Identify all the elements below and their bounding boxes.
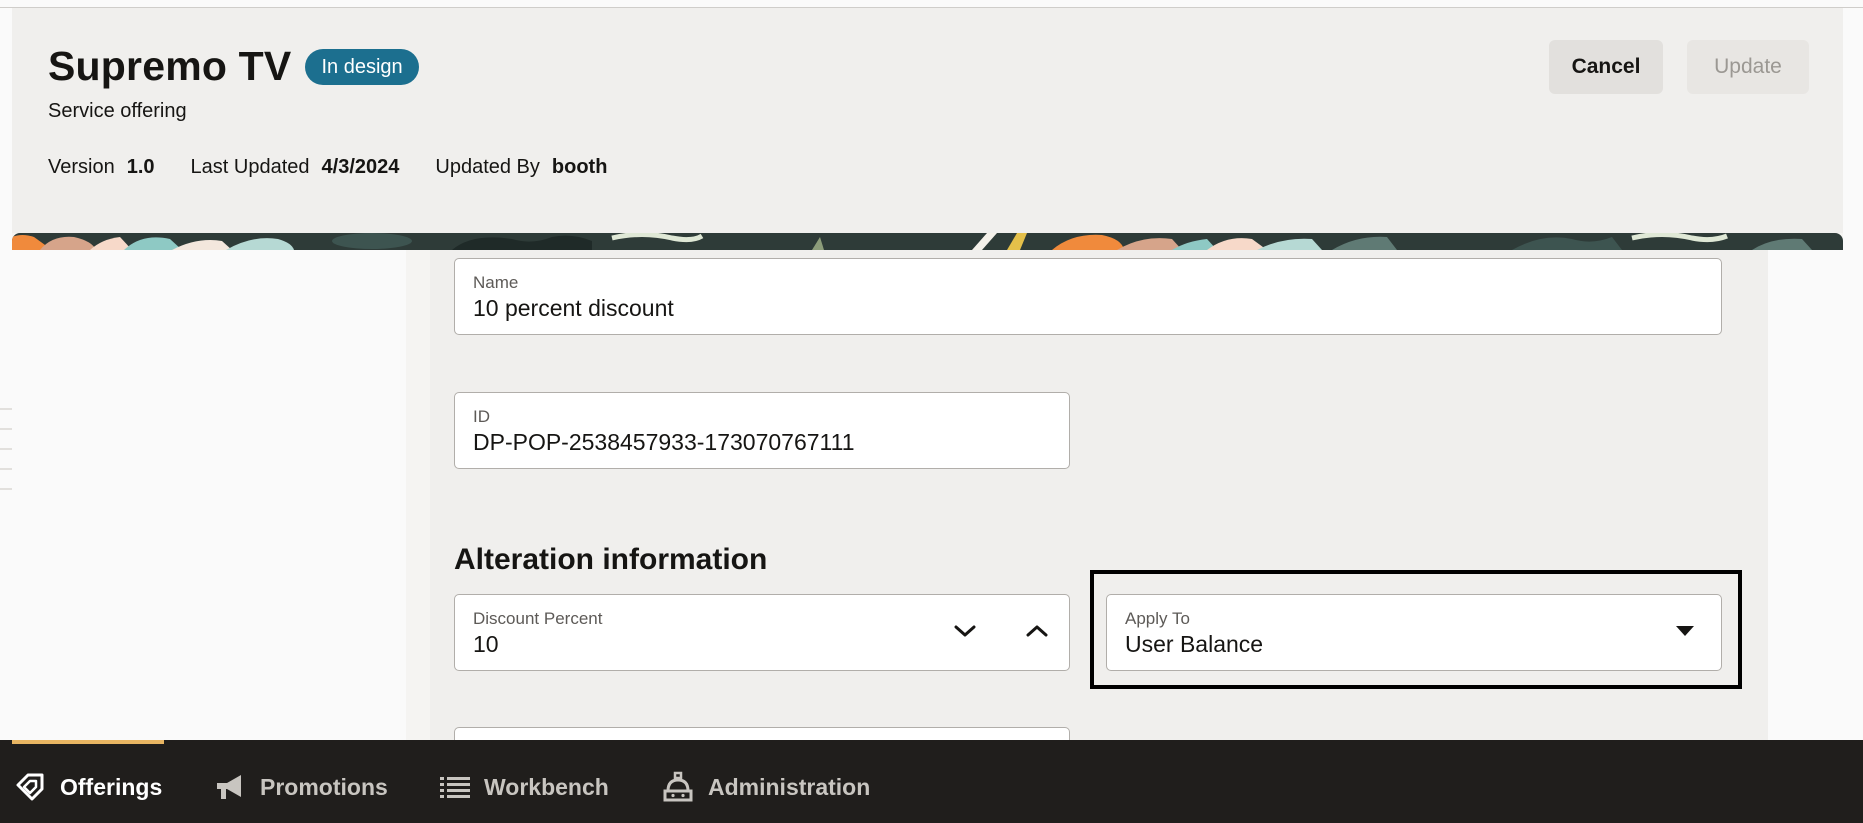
section-title: Alteration information xyxy=(454,543,768,576)
meta-row: Version 1.0 Last Updated 4/3/2024 Update… xyxy=(48,156,643,179)
discount-percent-field[interactable]: Discount Percent 10 xyxy=(454,594,1070,671)
apply-to-select[interactable]: Apply To User Balance xyxy=(1106,594,1722,671)
left-panel xyxy=(12,250,406,740)
discount-percent-label: Discount Percent xyxy=(473,609,603,628)
nav-administration[interactable]: Administration xyxy=(662,770,870,804)
page-title: Supremo TV xyxy=(48,43,292,89)
left-edge xyxy=(0,8,12,740)
chevron-down-icon xyxy=(954,625,976,637)
increment-button[interactable] xyxy=(1019,613,1055,649)
megaphone-icon xyxy=(217,775,241,799)
apply-to-label: Apply To xyxy=(1125,609,1190,628)
nav-active-indicator xyxy=(12,740,164,744)
meta-version: Version 1.0 xyxy=(48,156,155,179)
meta-last-updated-value: 4/3/2024 xyxy=(321,156,400,178)
form-panel: Name 10 percent discount ID DP-POP-25384… xyxy=(430,250,1768,740)
apply-to-value[interactable]: User Balance xyxy=(1125,631,1263,658)
cancel-button[interactable]: Cancel xyxy=(1549,40,1663,94)
decrement-button[interactable] xyxy=(947,613,983,649)
admin-icon xyxy=(663,771,693,802)
banner-pattern xyxy=(12,233,1843,250)
update-button[interactable]: Update xyxy=(1687,40,1809,94)
meta-last-updated: Last Updated 4/3/2024 xyxy=(191,156,400,179)
meta-version-value: 1.0 xyxy=(126,156,155,178)
list-icon xyxy=(440,777,470,798)
status-badge: In design xyxy=(305,48,419,85)
right-edge xyxy=(1843,8,1863,740)
discount-percent-value[interactable]: 10 xyxy=(473,631,499,658)
tag-icon xyxy=(16,773,44,801)
chevron-up-icon xyxy=(1026,625,1048,637)
window-top-edge xyxy=(0,0,1863,8)
meta-updated-by: Updated By booth xyxy=(435,156,607,179)
dropdown-toggle[interactable] xyxy=(1667,613,1703,649)
decorative-banner xyxy=(12,233,1843,250)
title-row: Supremo TV In design xyxy=(48,43,419,90)
bottom-navigation: Offerings Promotions Workbench Administr… xyxy=(0,740,1863,823)
id-field-label: ID xyxy=(473,407,490,426)
meta-updated-by-value: booth xyxy=(551,156,608,178)
name-field[interactable]: Name 10 percent discount xyxy=(454,258,1722,335)
caret-down-icon xyxy=(1676,626,1694,636)
id-field-value[interactable]: DP-POP-2538457933-173070767111 xyxy=(473,429,855,456)
nav-offerings-label: Offerings xyxy=(60,773,163,800)
id-field[interactable]: ID DP-POP-2538457933-173070767111 xyxy=(454,392,1070,469)
name-field-label: Name xyxy=(473,273,519,292)
nav-promotions[interactable]: Promotions xyxy=(214,770,388,804)
page-header: Supremo TV In design Service offering Ve… xyxy=(12,8,1843,233)
page-subtitle: Service offering xyxy=(48,100,187,122)
right-panel xyxy=(1768,250,1843,740)
nav-promotions-label: Promotions xyxy=(260,773,388,800)
nav-workbench-label: Workbench xyxy=(484,773,609,800)
meta-version-label: Version xyxy=(48,156,115,178)
meta-last-updated-label: Last Updated xyxy=(190,156,310,178)
nav-offerings[interactable]: Offerings xyxy=(14,770,162,804)
meta-updated-by-label: Updated By xyxy=(435,156,540,178)
nav-administration-label: Administration xyxy=(708,773,871,800)
next-field-partial[interactable] xyxy=(454,727,1070,740)
nav-workbench[interactable]: Workbench xyxy=(440,770,609,804)
name-field-value[interactable]: 10 percent discount xyxy=(473,295,674,322)
